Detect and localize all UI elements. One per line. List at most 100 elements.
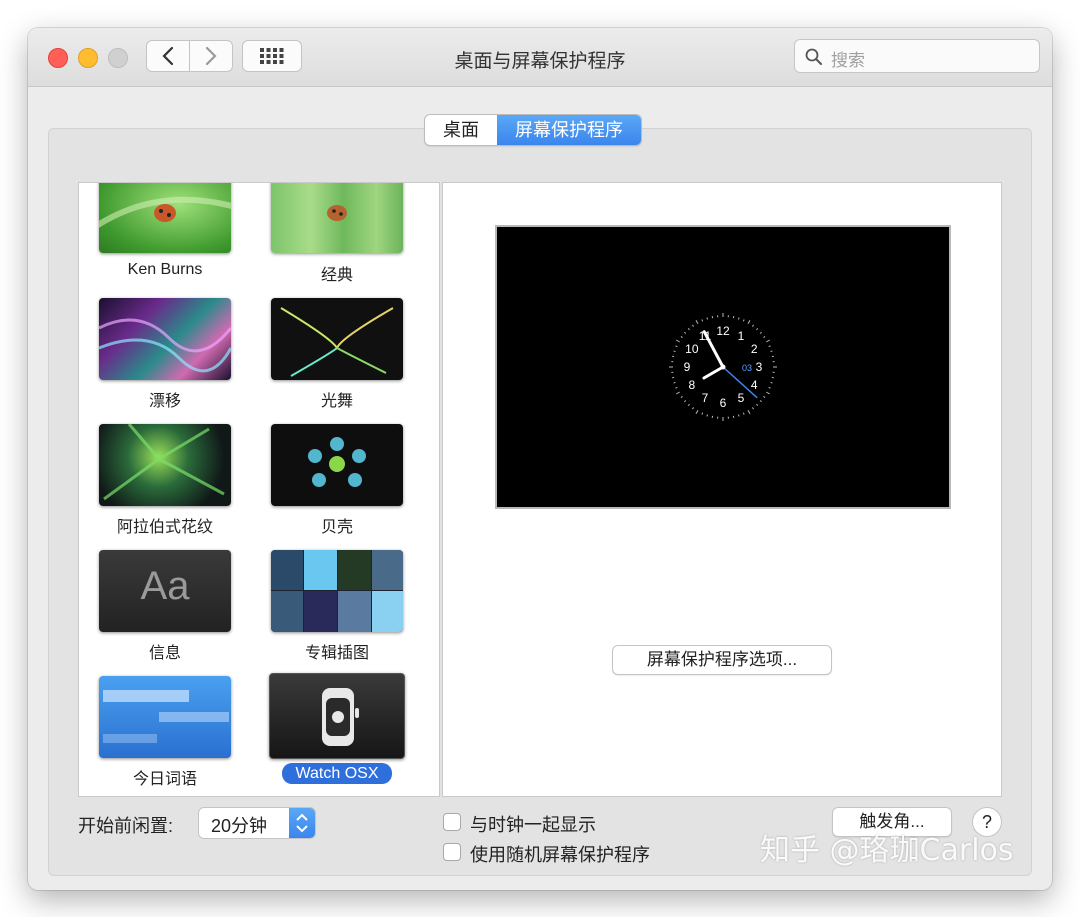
clock-number: 1	[738, 329, 745, 343]
clock-tick	[701, 412, 704, 415]
watermark-text: 知乎 @珞珈Carlos	[760, 833, 1014, 868]
apple-watch-icon	[322, 688, 359, 746]
clock-tick	[680, 336, 683, 339]
clock-tick	[756, 403, 759, 406]
clock-number: 2	[751, 342, 758, 356]
album-grid-icon	[271, 550, 403, 632]
clock-number: 4	[751, 378, 758, 392]
clock-tick	[684, 400, 687, 403]
stepper-arrows-icon	[289, 808, 315, 838]
clock-tick	[675, 339, 680, 343]
clock-number: 8	[688, 378, 695, 392]
clock-tick	[770, 350, 773, 353]
clock-tick	[695, 319, 699, 324]
tab-screen-saver[interactable]: 屏幕保护程序	[497, 115, 641, 145]
analog-clock: 12123456789101103	[669, 313, 777, 421]
clock-tick	[766, 339, 771, 343]
flurry-icon	[280, 307, 394, 377]
clock-tick	[706, 414, 709, 417]
screensaver-thumb-flurry[interactable]	[271, 298, 403, 380]
clock-tick	[737, 317, 740, 320]
drift-waves-icon	[99, 318, 231, 373]
arabesque-rays-icon	[103, 424, 225, 501]
screensaver-thumb-message[interactable]: Aa	[99, 550, 231, 632]
tab-desktop[interactable]: 桌面	[425, 115, 497, 145]
clock-tick	[770, 381, 773, 384]
idle-time-label: 开始前闲置:	[78, 816, 174, 836]
clock-tick	[684, 331, 687, 334]
screensaver-preview: 12123456789101103	[495, 225, 951, 509]
clock-tick	[768, 345, 771, 348]
screensaver-thumb-word-of-the-day[interactable]	[99, 676, 231, 758]
clock-tick	[737, 414, 740, 417]
clock-tick	[742, 319, 745, 322]
search-placeholder: 搜索	[831, 51, 865, 70]
search-field[interactable]: 搜索	[794, 39, 1040, 73]
clock-tick	[768, 386, 771, 389]
title-bar: 桌面与屏幕保护程序 搜索	[28, 28, 1052, 87]
clock-tick	[759, 400, 762, 403]
selected-label-text: Watch OSX	[281, 763, 393, 784]
clock-hour-hand	[702, 365, 725, 380]
screensaver-list[interactable]: Ken Burns 经典 漂移 光舞 阿拉伯式花纹 贝壳 Aa 信息 专辑插图 …	[78, 182, 440, 797]
screensaver-label: 今日词语	[132, 771, 197, 788]
clock-tick	[756, 328, 759, 331]
screensaver-label: 贝壳	[320, 519, 353, 536]
clock-number: 12	[716, 324, 730, 338]
screensaver-thumb-classic[interactable]	[271, 183, 403, 253]
clock-tick	[701, 319, 704, 322]
words-pattern-icon	[103, 690, 229, 743]
screensaver-thumb-shell[interactable]	[271, 424, 403, 506]
clock-number: 10	[685, 342, 699, 356]
clock-tick	[747, 319, 751, 324]
clock-tick	[759, 331, 762, 334]
screensaver-label: 信息	[148, 645, 181, 662]
clock-tick	[675, 391, 680, 395]
clock-tick	[763, 395, 766, 398]
clock-number: 7	[702, 391, 709, 405]
random-screensaver-label: 使用随机屏幕保护程序	[470, 845, 650, 865]
screensaver-label: 阿拉伯式花纹	[116, 519, 213, 536]
screensaver-thumb-drift[interactable]	[99, 298, 231, 380]
clock-tick	[692, 324, 695, 327]
random-screensaver-checkbox[interactable]	[443, 843, 461, 861]
screensaver-thumb-watch-osx[interactable]	[269, 673, 405, 759]
clock-number: 6	[720, 396, 727, 410]
clock-tick	[680, 395, 683, 398]
preview-panel: 12123456789101103	[442, 182, 1002, 797]
screensaver-options-button[interactable]: 屏幕保护程序选项...	[612, 645, 832, 675]
clock-tick	[763, 336, 766, 339]
screensaver-thumb-ken-burns[interactable]	[99, 183, 231, 253]
clock-tick	[687, 328, 690, 331]
clock-tick	[747, 410, 751, 415]
screensaver-label: 光舞	[320, 393, 353, 410]
ladybug-icon	[327, 205, 347, 221]
message-aa-text: Aa	[140, 564, 190, 608]
clock-number: 9	[684, 360, 691, 374]
clock-number: 5	[738, 391, 745, 405]
clock-tick	[742, 412, 745, 415]
screensaver-label: 专辑插图	[304, 645, 369, 662]
idle-time-popup[interactable]: 20分钟	[198, 807, 316, 839]
clock-tick	[675, 386, 678, 389]
screensaver-thumb-arabesque[interactable]	[99, 424, 231, 506]
screensaver-label: 经典	[320, 267, 353, 284]
clock-tick	[706, 317, 709, 320]
idle-time-value: 20分钟	[211, 816, 268, 836]
clock-tick	[695, 410, 699, 415]
screensaver-thumb-album-artwork[interactable]	[271, 550, 403, 632]
clock-tick	[673, 350, 676, 353]
screensaver-label-selected: Watch OSX	[251, 763, 423, 784]
clock-number: 3	[756, 360, 763, 374]
clock-tick	[766, 391, 771, 395]
clock-tick	[751, 407, 754, 410]
shell-flower-icon	[308, 437, 366, 487]
search-icon	[805, 48, 822, 65]
tab-control: 桌面 屏幕保护程序	[424, 114, 642, 146]
screensaver-label: Ken Burns	[127, 261, 203, 278]
clock-tick	[675, 345, 678, 348]
show-with-clock-label: 与时钟一起显示	[470, 815, 596, 835]
clock-tick	[687, 403, 690, 406]
screensaver-label: 漂移	[148, 393, 181, 410]
show-with-clock-checkbox[interactable]	[443, 813, 461, 831]
